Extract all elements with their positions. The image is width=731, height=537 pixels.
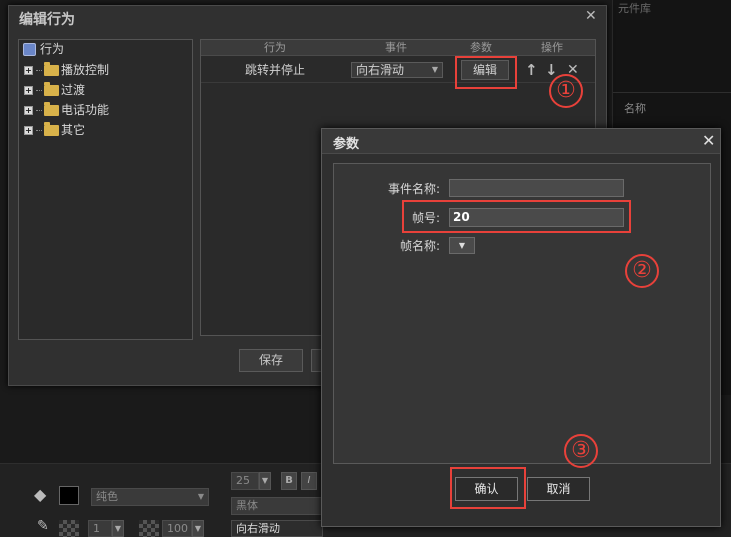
paint-bucket-icon[interactable]: ◆ (34, 485, 46, 504)
chevron-down-icon: ▼ (431, 65, 438, 74)
cancel-button[interactable]: 取消 (527, 477, 590, 501)
highlight-confirm-button (450, 467, 526, 509)
event-value: 向右滑动 (356, 63, 405, 77)
column-header-event: 事件 (385, 41, 407, 54)
params-dialog-titlebar (322, 129, 720, 154)
folder-icon (44, 82, 59, 96)
close-icon[interactable]: ✕ (585, 8, 597, 24)
event-name-input[interactable] (449, 179, 624, 197)
expand-icon[interactable]: + (24, 86, 33, 95)
chevron-down-icon: ▼ (197, 492, 204, 501)
dialog-title: 编辑行为 (19, 12, 75, 28)
close-icon[interactable]: ✕ (702, 131, 715, 150)
name-column-label: 名称 (624, 102, 646, 115)
tree-item-other[interactable]: + 其它 (24, 121, 85, 139)
tree-item-phone[interactable]: + 电话功能 (24, 101, 109, 119)
tree-item-transition[interactable]: + 过渡 (24, 81, 85, 99)
folder-icon (44, 62, 59, 76)
tree-root[interactable]: 行为 (23, 40, 64, 58)
component-library-label: 元件库 (618, 2, 651, 15)
column-header-action: 操作 (541, 41, 563, 54)
tree-line (36, 70, 42, 71)
behavior-cell: 跳转并停止 (245, 63, 306, 77)
expand-icon[interactable]: + (24, 126, 33, 135)
column-header-param: 参数 (470, 41, 492, 54)
folder-icon (44, 102, 59, 116)
dialog-title: 参数 (333, 137, 360, 152)
fill-type-value: 纯色 (96, 490, 118, 503)
tree-item-label: 过渡 (61, 83, 86, 97)
folder-icon (44, 122, 59, 136)
chevron-down-icon[interactable]: ▼ (112, 520, 124, 537)
event-select[interactable]: 向右滑动 ▼ (351, 62, 443, 78)
bold-button[interactable]: B (281, 472, 297, 490)
event-name-label: 事件名称: (387, 182, 440, 196)
panel-divider (613, 92, 731, 93)
font-size-select[interactable]: 25 (231, 472, 259, 490)
opacity-swatch[interactable] (139, 520, 159, 537)
stroke-width-select[interactable]: 1 (88, 520, 112, 537)
stroke-color-swatch[interactable] (59, 520, 79, 537)
tree-root-label: 行为 (40, 42, 65, 56)
frame-name-label: 帧名称: (399, 239, 440, 253)
expand-icon[interactable]: + (24, 106, 33, 115)
tree-item-label: 播放控制 (61, 63, 110, 77)
tree-line (36, 130, 42, 131)
annotation-step-2: ② (625, 254, 659, 288)
text-content-field[interactable]: 向右滑动 (231, 520, 323, 537)
move-up-icon[interactable]: ↑ (525, 61, 538, 79)
highlight-frame-number (402, 200, 631, 233)
tree-line (36, 90, 42, 91)
behavior-root-icon (23, 43, 36, 56)
tree-line (36, 110, 42, 111)
chevron-down-icon[interactable]: ▼ (259, 472, 271, 490)
fill-type-select[interactable]: 纯色 ▼ (91, 488, 209, 506)
tree-item-playback[interactable]: + 播放控制 (24, 61, 109, 79)
highlight-edit-button (455, 56, 517, 89)
opacity-select[interactable]: 100 (162, 520, 192, 537)
italic-button[interactable]: I (301, 472, 317, 490)
fill-color-swatch[interactable] (59, 486, 79, 505)
chevron-down-icon[interactable]: ▼ (192, 520, 204, 537)
expand-icon[interactable]: + (24, 66, 33, 75)
frame-name-select[interactable]: ▼ (449, 237, 475, 254)
font-family-select[interactable]: 黑体 (231, 497, 323, 515)
tree-item-label: 其它 (61, 123, 86, 137)
chevron-down-icon: ▼ (458, 241, 466, 250)
tree-item-label: 电话功能 (61, 103, 110, 117)
pen-icon[interactable]: ✎ (37, 518, 49, 534)
annotation-step-3: ③ (564, 434, 598, 468)
column-header-behavior: 行为 (264, 41, 286, 54)
save-button[interactable]: 保存 (239, 349, 303, 372)
annotation-step-1: ① (549, 74, 583, 108)
